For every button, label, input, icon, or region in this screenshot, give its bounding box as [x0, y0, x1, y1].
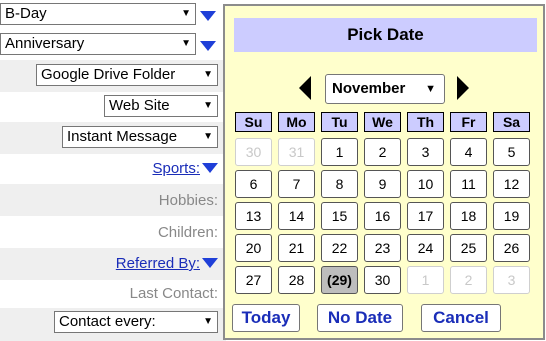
children-row: Children:: [0, 216, 226, 248]
day-cell[interactable]: 25: [450, 234, 487, 262]
expand-triangle-icon[interactable]: [202, 163, 218, 173]
day-cell[interactable]: 16: [364, 202, 401, 230]
last-contact-label: Last Contact:: [129, 285, 218, 302]
chevron-down-icon: ▼: [203, 316, 213, 327]
day-cell[interactable]: 22: [321, 234, 358, 262]
chevron-down-icon: ▼: [425, 83, 436, 95]
day-cell[interactable]: 14: [278, 202, 315, 230]
website-row: Web Site ▼: [0, 92, 226, 122]
day-cell[interactable]: 24: [407, 234, 444, 262]
sports-row: Sports:: [0, 154, 226, 184]
chevron-down-icon: ▼: [181, 8, 191, 19]
expand-triangle-icon[interactable]: [200, 11, 216, 21]
day-cell[interactable]: 30: [235, 138, 272, 166]
weekday-header: Su: [235, 112, 272, 132]
day-cell[interactable]: 10: [407, 170, 444, 198]
gdrive-row: Google Drive Folder ▼: [0, 60, 226, 92]
day-cell[interactable]: 19: [493, 202, 530, 230]
day-cell[interactable]: 3: [407, 138, 444, 166]
day-cell[interactable]: 2: [364, 138, 401, 166]
anniversary-select-label: Anniversary: [5, 35, 85, 52]
cancel-button[interactable]: Cancel: [421, 304, 501, 332]
hobbies-label: Hobbies:: [158, 192, 218, 209]
day-cell[interactable]: 23: [364, 234, 401, 262]
day-cell[interactable]: 31: [278, 138, 315, 166]
day-cell[interactable]: 18: [450, 202, 487, 230]
day-cell[interactable]: 28: [278, 266, 315, 294]
day-cell[interactable]: 1: [321, 138, 358, 166]
chevron-down-icon: ▼: [203, 100, 213, 111]
day-cell[interactable]: 12: [493, 170, 530, 198]
contact-every-row: Contact every: ▼: [0, 308, 226, 341]
gdrive-select[interactable]: Google Drive Folder ▼: [36, 64, 218, 86]
day-cell[interactable]: 7: [278, 170, 315, 198]
bday-select[interactable]: B-Day ▼: [0, 3, 196, 25]
day-cell[interactable]: 26: [493, 234, 530, 262]
no-date-button[interactable]: No Date: [317, 304, 403, 332]
day-cell[interactable]: 15: [321, 202, 358, 230]
day-cell[interactable]: 5: [493, 138, 530, 166]
im-select-label: Instant Message: [67, 128, 178, 145]
anniversary-select[interactable]: Anniversary ▼: [0, 33, 196, 55]
day-cell[interactable]: 13: [235, 202, 272, 230]
website-select[interactable]: Web Site ▼: [104, 95, 218, 117]
day-cell[interactable]: 30: [364, 266, 401, 294]
date-picker-title: Pick Date: [234, 18, 537, 52]
day-cell[interactable]: 4: [450, 138, 487, 166]
website-select-label: Web Site: [109, 97, 170, 114]
chevron-down-icon: ▼: [203, 131, 213, 142]
day-cell[interactable]: 20: [235, 234, 272, 262]
children-label: Children:: [157, 224, 218, 241]
contact-every-select-label: Contact every:: [59, 313, 156, 330]
day-cell[interactable]: 6: [235, 170, 272, 198]
day-cell[interactable]: 3: [493, 266, 530, 294]
day-cell[interactable]: 2: [450, 266, 487, 294]
gdrive-select-label: Google Drive Folder: [41, 66, 176, 83]
month-select-label: November: [332, 80, 406, 97]
today-button[interactable]: Today: [232, 304, 300, 332]
day-cell[interactable]: 1: [407, 266, 444, 294]
day-cell-today[interactable]: (29): [321, 266, 358, 294]
contact-form: B-Day ▼ Anniversary ▼ Google Drive Folde…: [0, 0, 226, 341]
weekday-header: Th: [407, 112, 444, 132]
sports-link[interactable]: Sports:: [152, 160, 200, 177]
bday-select-label: B-Day: [5, 5, 47, 22]
day-cell[interactable]: 11: [450, 170, 487, 198]
month-select[interactable]: November ▼: [325, 74, 445, 104]
day-cell[interactable]: 27: [235, 266, 272, 294]
im-row: Instant Message ▼: [0, 122, 226, 154]
prev-month-arrow-icon[interactable]: [299, 76, 311, 100]
anniversary-row: Anniversary ▼: [0, 30, 226, 58]
expand-triangle-icon[interactable]: [202, 258, 218, 268]
chevron-down-icon: ▼: [203, 69, 213, 80]
weekday-header: Mo: [278, 112, 315, 132]
last-contact-row: Last Contact:: [0, 280, 226, 308]
weekday-header: Sa: [493, 112, 530, 132]
contact-every-select[interactable]: Contact every: ▼: [54, 311, 218, 333]
expand-triangle-icon[interactable]: [200, 41, 216, 51]
referred-row: Referred By:: [0, 248, 226, 280]
day-cell[interactable]: 17: [407, 202, 444, 230]
day-cell[interactable]: 21: [278, 234, 315, 262]
weekday-header: Tu: [321, 112, 358, 132]
chevron-down-icon: ▼: [181, 38, 191, 49]
day-cell[interactable]: 9: [364, 170, 401, 198]
weekday-header: We: [364, 112, 401, 132]
next-month-arrow-icon[interactable]: [457, 76, 469, 100]
im-select[interactable]: Instant Message ▼: [62, 126, 218, 148]
bday-row: B-Day ▼: [0, 0, 226, 28]
hobbies-row: Hobbies:: [0, 184, 226, 216]
date-picker-popup: Pick Date November ▼ Su Mo Tu We Th Fr Sa 30 31 1…: [223, 4, 545, 340]
referred-by-link[interactable]: Referred By:: [116, 255, 200, 272]
day-cell[interactable]: 8: [321, 170, 358, 198]
weekday-header: Fr: [450, 112, 487, 132]
